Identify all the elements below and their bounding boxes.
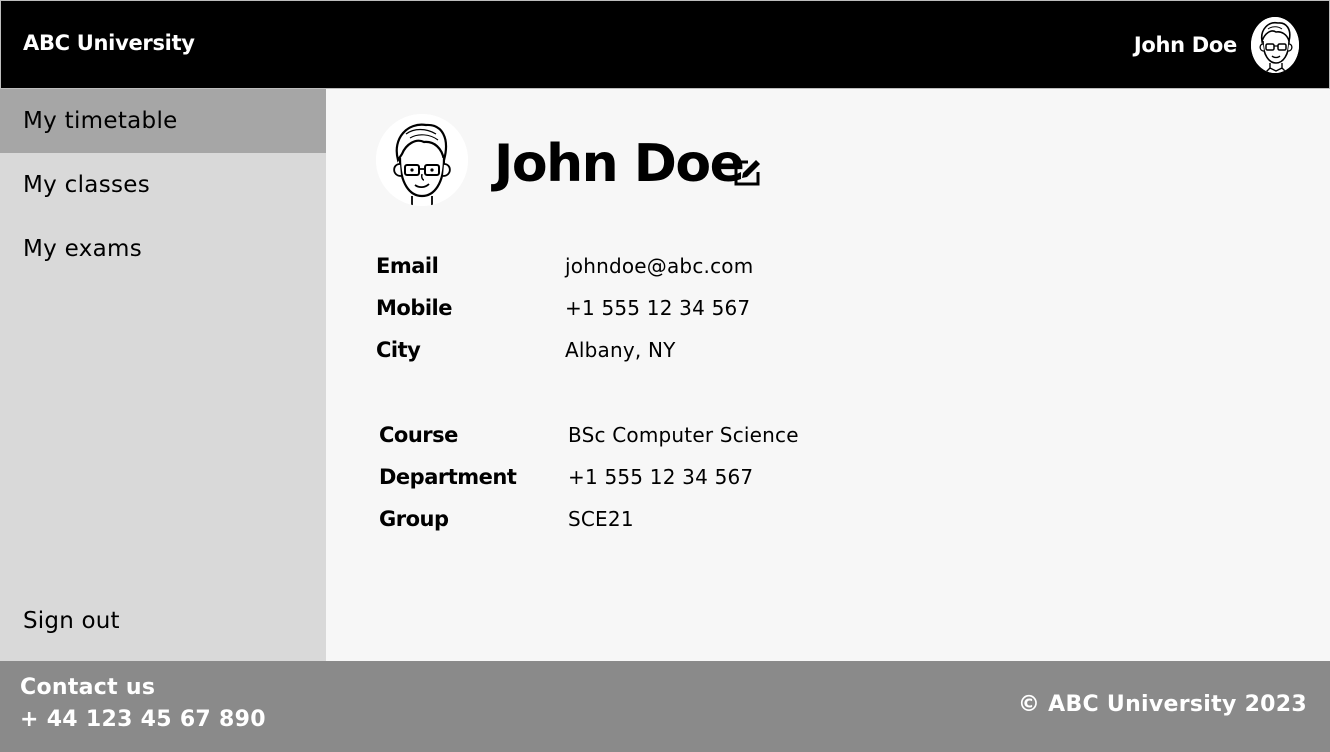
group-value: SCE21 bbox=[568, 507, 634, 531]
info-row-mobile: Mobile +1 555 12 34 567 bbox=[376, 296, 750, 320]
sidebar-item-my-timetable[interactable]: My timetable bbox=[0, 89, 326, 153]
group-label: Group bbox=[379, 507, 449, 531]
info-row-group: Group SCE21 bbox=[379, 507, 634, 531]
footer-contact-phone[interactable]: + 44 123 45 67 890 bbox=[20, 707, 266, 732]
footer-contact-title: Contact us bbox=[20, 675, 156, 700]
city-value: Albany, NY bbox=[565, 338, 676, 362]
sign-out-link[interactable]: Sign out bbox=[23, 608, 120, 634]
user-avatar-icon[interactable] bbox=[1251, 17, 1299, 73]
footer: Contact us + 44 123 45 67 890 © ABC Univ… bbox=[0, 661, 1330, 752]
course-value: BSc Computer Science bbox=[568, 423, 799, 447]
department-label: Department bbox=[379, 465, 517, 489]
profile-avatar-icon bbox=[376, 114, 468, 206]
mobile-label: Mobile bbox=[376, 296, 453, 320]
course-label: Course bbox=[379, 423, 458, 447]
sidebar: My timetable My classes My exams Sign ou… bbox=[0, 89, 326, 661]
email-value: johndoe@abc.com bbox=[565, 254, 754, 278]
sidebar-item-my-classes[interactable]: My classes bbox=[0, 153, 326, 217]
sidebar-item-my-exams[interactable]: My exams bbox=[0, 217, 326, 281]
info-row-email: Email johndoe@abc.com bbox=[376, 254, 753, 278]
email-label: Email bbox=[376, 254, 439, 278]
footer-copyright: © ABC University 2023 bbox=[1017, 692, 1307, 717]
profile-panel: John Doe Email johndoe@abc.com Mobile +1… bbox=[326, 89, 1330, 661]
city-label: City bbox=[376, 338, 421, 362]
top-bar: ABC University John Doe bbox=[0, 0, 1330, 89]
info-row-department: Department +1 555 12 34 567 bbox=[379, 465, 753, 489]
header-user-name[interactable]: John Doe bbox=[1134, 33, 1237, 57]
mobile-value: +1 555 12 34 567 bbox=[565, 296, 751, 320]
app: ABC University John Doe My timetable My … bbox=[0, 0, 1330, 752]
info-row-course: Course BSc Computer Science bbox=[379, 423, 799, 447]
info-row-city: City Albany, NY bbox=[376, 338, 676, 362]
edit-icon[interactable] bbox=[732, 157, 762, 187]
header-user-menu[interactable]: John Doe bbox=[1134, 17, 1299, 73]
profile-name: John Doe bbox=[494, 134, 745, 194]
brand-logo-text[interactable]: ABC University bbox=[23, 31, 195, 55]
department-value: +1 555 12 34 567 bbox=[568, 465, 754, 489]
